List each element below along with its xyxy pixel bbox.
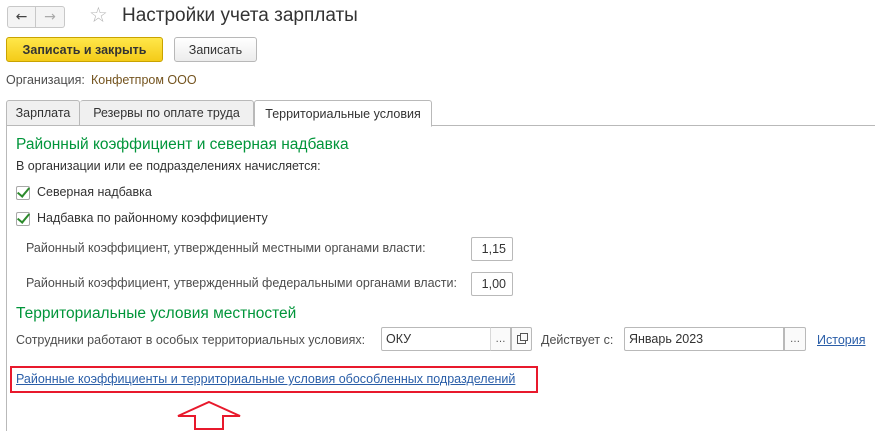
regional-allowance-label[interactable]: Надбавка по районному коэффициенту (37, 211, 268, 225)
back-button[interactable]: ← (7, 6, 36, 28)
select-conditions-button[interactable]: … (490, 327, 511, 351)
northern-allowance-label[interactable]: Северная надбавка (37, 185, 152, 199)
arrow-left-icon: ← (15, 9, 28, 25)
history-link[interactable]: История (817, 333, 865, 347)
content-border (6, 125, 7, 431)
local-coef-input[interactable]: 1,15 (471, 237, 513, 261)
valid-from-input[interactable]: Январь 2023 (624, 327, 784, 351)
ellipsis-icon: … (495, 333, 506, 345)
valid-from-label: Действует с: (541, 333, 614, 347)
forward-button[interactable]: → (36, 6, 65, 28)
organization-label: Организация: (6, 73, 85, 87)
territorial-section-heading: Территориальные условия местностей (16, 305, 297, 322)
federal-coef-label: Районный коэффициент, утвержденный федер… (26, 276, 457, 290)
save-button[interactable]: Записать (174, 37, 257, 62)
page-title: Настройки учета зарплаты (122, 5, 358, 26)
up-arrow-icon (177, 400, 241, 430)
regional-allowance-checkbox[interactable] (16, 212, 30, 226)
star-icon[interactable]: ☆ (89, 3, 108, 27)
northern-allowance-checkbox[interactable] (16, 186, 30, 200)
local-coef-label: Районный коэффициент, утвержденный местн… (26, 241, 426, 255)
open-conditions-button[interactable] (511, 327, 532, 351)
regional-section-heading: Районный коэффициент и северная надбавка (16, 136, 349, 153)
ellipsis-icon: … (790, 333, 800, 345)
arrow-right-icon: → (44, 9, 56, 25)
tab-salary[interactable]: Зарплата (6, 100, 80, 126)
tab-territorial-conditions[interactable]: Территориальные условия (254, 100, 432, 127)
save-and-close-button[interactable]: Записать и закрыть (6, 37, 163, 62)
select-month-button[interactable]: … (784, 327, 806, 351)
employees-conditions-label: Сотрудники работают в особых территориал… (16, 333, 366, 347)
open-icon (517, 332, 528, 344)
federal-coef-input[interactable]: 1,00 (471, 272, 513, 296)
organization-value[interactable]: Конфетпром ООО (91, 73, 197, 87)
subdivisions-coefficients-link[interactable]: Районные коэффициенты и территориальные … (16, 372, 515, 386)
regional-description: В организации или ее подразделениях начи… (16, 159, 321, 173)
tab-reserves[interactable]: Резервы по оплате труда (80, 100, 254, 126)
